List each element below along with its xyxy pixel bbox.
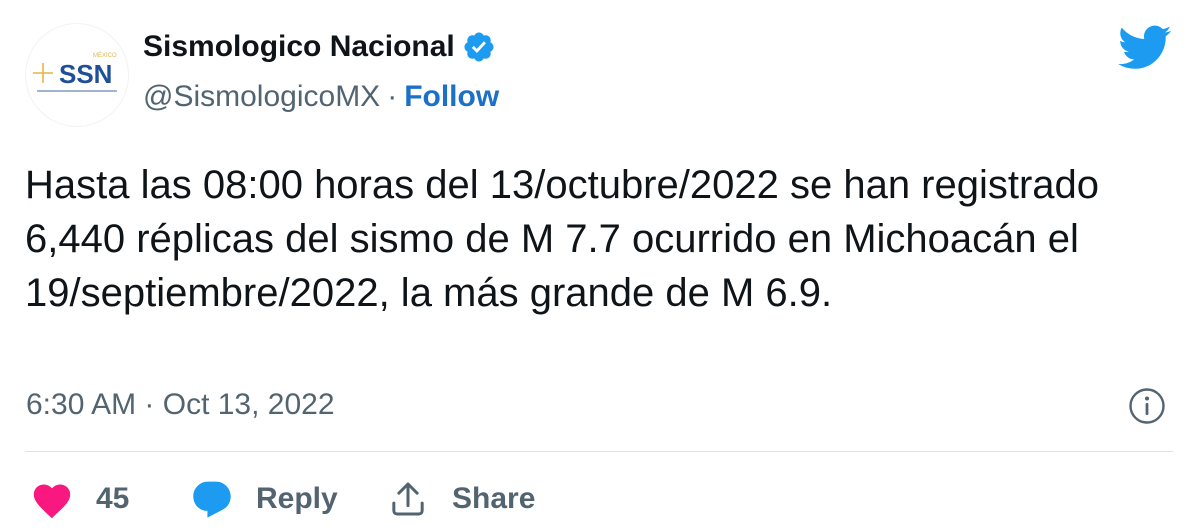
logo-main-text: SSN [59,59,112,89]
tweet-timestamp[interactable]: 6:30 AM · Oct 13, 2022 [26,388,335,422]
author-meta-row: @SismologicoMX · Follow [143,80,499,114]
ssn-logo: MÉXICO SSN [33,52,117,92]
author-name[interactable]: Sismologico Nacional [143,30,455,64]
author-avatar[interactable]: MÉXICO SSN [25,23,129,127]
meta-separator: · [387,80,398,113]
tweet-text: Hasta las 08:00 horas del 13/octubre/202… [25,163,1100,315]
reply-button[interactable]: Reply [190,470,338,528]
reply-label: Reply [256,482,338,515]
heart-icon [33,484,71,519]
like-button[interactable]: 45 [30,470,129,528]
share-button[interactable]: Share [388,470,535,528]
info-icon[interactable] [1127,386,1167,426]
author-name-row[interactable]: Sismologico Nacional [143,30,496,64]
tweet-card: MÉXICO SSN Sismologico Nacional @Sismolo… [0,0,1200,529]
verified-badge-icon [464,32,494,62]
logo-small-text: MÉXICO [93,52,117,59]
follow-button[interactable]: Follow [404,80,499,113]
share-icon [392,482,424,516]
reply-bubble-icon [193,481,231,518]
share-label: Share [452,482,536,515]
action-divider [25,451,1173,452]
like-count: 45 [96,482,130,515]
twitter-bird-icon[interactable] [1118,25,1172,71]
author-handle[interactable]: @SismologicoMX [143,80,380,113]
